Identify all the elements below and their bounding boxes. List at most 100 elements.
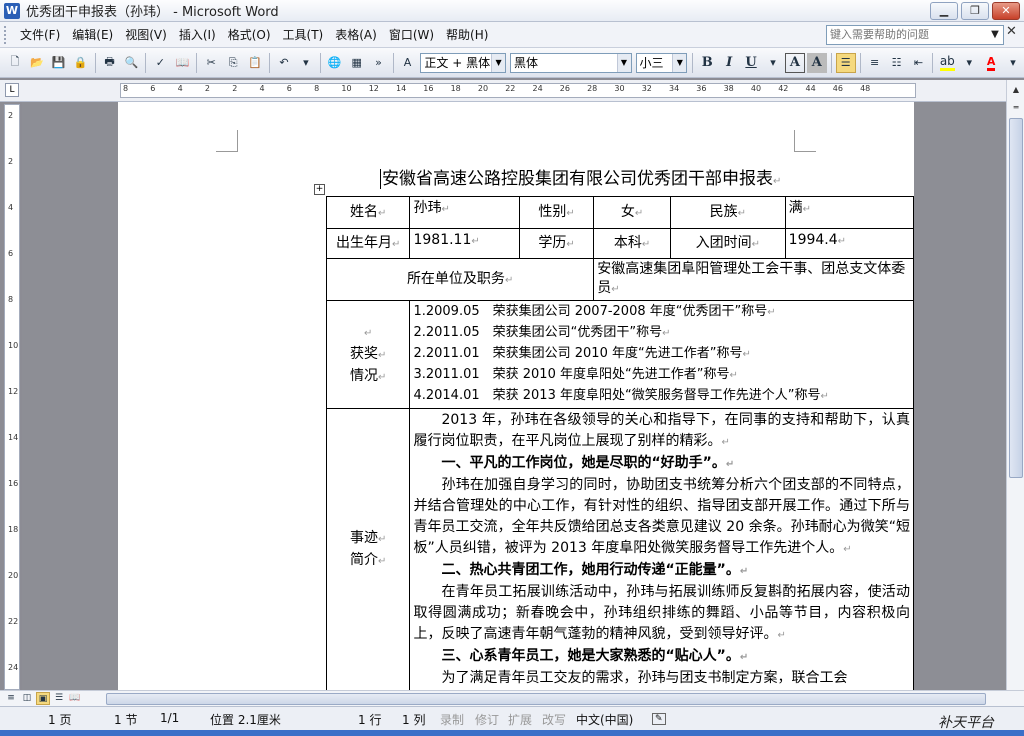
undo-icon[interactable]: ↶ (274, 53, 294, 73)
italic-button[interactable]: I (719, 53, 739, 73)
help-search-input[interactable] (826, 25, 1004, 45)
outline-view-icon[interactable]: ☰ (52, 692, 66, 705)
label-awards-cell[interactable]: ↵ 获奖↵ 情况↵ (325, 300, 411, 409)
value-unit-cell[interactable]: 安徽高速集团阜阳管理处工会干事、团总支文体委员↵ (593, 258, 914, 301)
status-language[interactable]: 中文(中国) (576, 711, 633, 728)
menu-format[interactable]: 格式(O) (222, 24, 277, 46)
label-birth-cell[interactable]: 出生年月↵ (325, 228, 411, 259)
menu-help[interactable]: 帮助(H) (440, 24, 494, 46)
align-justify-icon[interactable]: ☰ (835, 52, 856, 73)
document-area[interactable]: 安徽省高速公路控股集团有限公司优秀团干部申报表↵ + 姓名↵ 孙玮↵ 性别↵ 女… (22, 102, 1006, 690)
bullets-icon[interactable]: ☷ (887, 53, 907, 73)
table-move-handle-icon[interactable]: + (314, 184, 325, 195)
awards-cell[interactable]: 1.2009.05 荣获集团公司 2007-2008 年度“优秀团干”称号↵ 2… (409, 300, 914, 409)
close-button[interactable]: ✕ (992, 1, 1020, 20)
font-color-dropdown-icon[interactable]: ▾ (1003, 53, 1023, 73)
label-gender-cell[interactable]: 性别↵ (518, 196, 595, 229)
print-preview-icon[interactable]: 🔍 (122, 53, 142, 73)
vertical-scrollbar[interactable]: ▲ ═ (1006, 80, 1024, 690)
underline-button[interactable]: U (741, 53, 761, 73)
word-app-icon[interactable]: W (4, 2, 20, 19)
bold-button[interactable]: B (697, 53, 717, 73)
help-dropdown-icon[interactable]: ▼ (986, 25, 1004, 45)
menu-file[interactable]: 文件(F) (14, 24, 66, 46)
horizontal-scrollbar[interactable]: ≡ ◫ ▣ ☰ 📖 (0, 690, 1024, 706)
menu-insert[interactable]: 插入(I) (173, 24, 222, 46)
paste-icon[interactable]: 📋 (245, 53, 265, 73)
value-edu-cell[interactable]: 本科↵ (593, 228, 671, 259)
menu-tools[interactable]: 工具(T) (277, 24, 330, 46)
story-cell[interactable]: 2013 年，孙玮在各级领导的关心和指导下，在同事的支持和帮助下，认真履行岗位职… (409, 408, 914, 690)
value-birth-cell[interactable]: 1981.11↵ (409, 228, 520, 259)
status-record[interactable]: 录制 (440, 711, 464, 728)
numbering-icon[interactable]: ≡ (865, 53, 885, 73)
menu-window[interactable]: 窗口(W) (383, 24, 440, 46)
vertical-ruler[interactable]: 2 2 4 6 8 10 12 14 16 18 20 22 24 (4, 104, 20, 690)
new-document-icon[interactable]: 🗋 (5, 53, 25, 73)
font-select[interactable]: 黑体 ▼ (510, 52, 632, 73)
story-paragraph: 孙玮在加强自身学习的同时，协助团支书统筹分析六个团支部的不同特点，并结合管理处的… (413, 477, 910, 556)
reading-view-icon[interactable]: 📖 (68, 692, 82, 705)
status-track-changes[interactable]: 修订 (475, 711, 499, 728)
value-ethnic-cell[interactable]: 满↵ (784, 196, 915, 229)
copy-icon[interactable]: ⎘ (223, 53, 243, 73)
print-layout-icon[interactable]: ▣ (36, 692, 50, 705)
print-icon[interactable]: 🖶 (100, 53, 120, 73)
save-icon[interactable]: 💾 (49, 53, 69, 73)
font-size-select[interactable]: 小三 ▼ (635, 52, 688, 73)
document-title[interactable]: 安徽省高速公路控股集团有限公司优秀团干部申报表↵ (380, 164, 781, 189)
toolbar-overflow-icon[interactable]: » (369, 53, 389, 73)
toolbar-divider (830, 52, 832, 73)
toolbar-divider (268, 52, 270, 73)
restore-button[interactable]: ❐ (961, 1, 989, 20)
menu-table[interactable]: 表格(A) (329, 24, 383, 46)
styles-icon[interactable]: A (398, 53, 418, 73)
tab-selector-icon[interactable]: L (5, 83, 19, 97)
value-gender-cell[interactable]: 女↵ (593, 196, 671, 229)
highlight-icon[interactable]: ab (937, 53, 957, 73)
spelling-icon[interactable]: ✓ (150, 53, 170, 73)
permission-icon[interactable]: 🔒 (71, 53, 91, 73)
label-edu-cell[interactable]: 学历↵ (518, 228, 595, 259)
split-handle-icon[interactable]: ═ (1009, 100, 1023, 116)
close-document-icon[interactable]: ✕ (1006, 24, 1017, 39)
table-icon[interactable]: ▦ (347, 53, 367, 73)
minimize-button[interactable]: ▁ (930, 1, 958, 20)
character-shading-button[interactable]: A (806, 52, 827, 73)
value-join-cell[interactable]: 1994.4↵ (784, 228, 915, 259)
spelling-status-icon[interactable]: ✎ (652, 713, 666, 725)
document-page[interactable]: 安徽省高速公路控股集团有限公司优秀团干部申报表↵ + 姓名↵ 孙玮↵ 性别↵ 女… (118, 102, 915, 690)
label-ethnic-cell[interactable]: 民族↵ (669, 196, 786, 229)
label-story-cell[interactable]: 事迹↵ 简介↵ (325, 408, 411, 690)
menu-view[interactable]: 视图(V) (119, 24, 173, 46)
status-overtype[interactable]: 改写 (542, 711, 566, 728)
highlight-dropdown-icon[interactable]: ▾ (959, 53, 979, 73)
normal-view-icon[interactable]: ≡ (4, 692, 18, 705)
web-view-icon[interactable]: ◫ (20, 692, 34, 705)
style-select[interactable]: 正文 + 黑体 ▼ (420, 52, 507, 73)
open-folder-icon[interactable]: 📂 (27, 53, 47, 73)
research-icon[interactable]: 📖 (172, 53, 192, 73)
style-dropdown-icon[interactable]: ▼ (491, 53, 506, 72)
hyperlink-icon[interactable]: 🌐 (325, 53, 345, 73)
toolbar-divider (932, 52, 934, 73)
menu-edit[interactable]: 编辑(E) (66, 24, 119, 46)
character-border-button[interactable]: A (784, 52, 805, 73)
horizontal-ruler[interactable]: 8 6 4 2 2 4 6 8 10 12 14 16 18 20 22 24 26 28 30 32 34 36 38 40… (120, 83, 916, 98)
underline-dropdown-icon[interactable]: ▾ (763, 53, 783, 73)
horizontal-scrollbar-thumb[interactable] (106, 693, 986, 705)
scroll-up-icon[interactable]: ▲ (1009, 82, 1023, 98)
scrollbar-thumb[interactable] (1009, 118, 1023, 478)
value-name-cell[interactable]: 孙玮↵ (409, 196, 520, 229)
font-color-icon[interactable]: A (981, 53, 1001, 73)
undo-dropdown-icon[interactable]: ▾ (296, 53, 316, 73)
font-size-dropdown-icon[interactable]: ▼ (672, 53, 687, 72)
label-name-cell[interactable]: 姓名↵ (325, 196, 411, 229)
menu-grip-handle[interactable] (4, 25, 10, 44)
decrease-indent-icon[interactable]: ⇤ (908, 53, 928, 73)
font-dropdown-icon[interactable]: ▼ (616, 53, 631, 72)
status-extend[interactable]: 扩展 (508, 711, 532, 728)
label-join-cell[interactable]: 入团时间↵ (669, 228, 786, 259)
label-unit-cell[interactable]: 所在单位及职务↵ (325, 258, 595, 301)
cut-icon[interactable]: ✂ (201, 53, 221, 73)
